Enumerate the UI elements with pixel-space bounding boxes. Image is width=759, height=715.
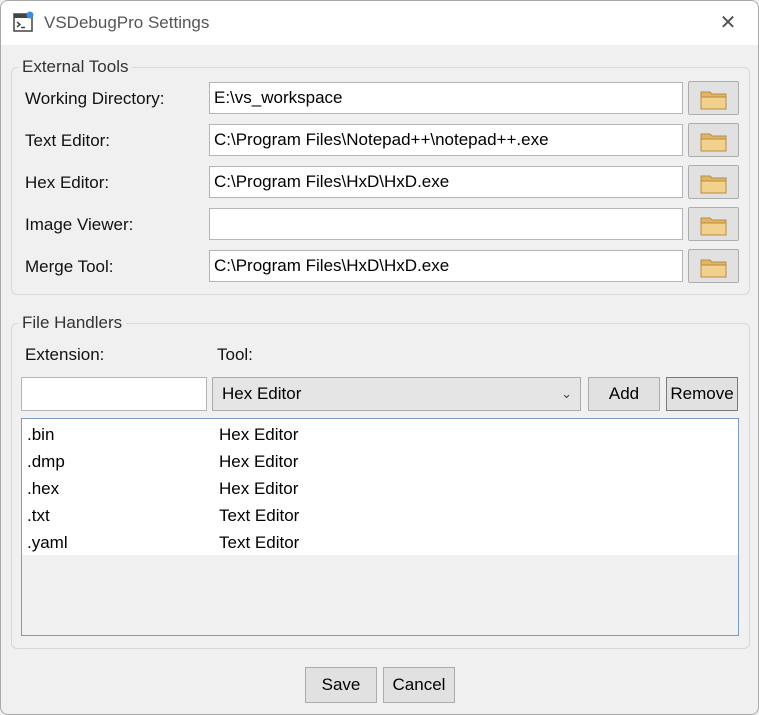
folder-icon [700, 133, 727, 152]
file-handlers-list[interactable]: .bin Hex Editor .dmp Hex Editor .hex Hex… [21, 418, 739, 636]
working-directory-label: Working Directory: [25, 89, 165, 108]
cancel-button[interactable]: Cancel [383, 667, 455, 703]
text-editor-input[interactable]: C:\Program Files\Notepad++\notepad++.exe [209, 124, 683, 156]
hex-editor-label: Hex Editor: [25, 173, 110, 192]
tool-select-value: Hex Editor [222, 384, 302, 403]
image-viewer-browse-button[interactable] [688, 207, 739, 241]
hex-editor-browse-button[interactable] [688, 165, 739, 199]
window-title: VSDebugPro Settings [44, 13, 210, 32]
list-item-tool: Hex Editor [219, 479, 299, 498]
tool-label: Tool: [217, 345, 253, 364]
chevron-down-icon: ⌄ [561, 386, 572, 401]
hex-editor-input[interactable]: C:\Program Files\HxD\HxD.exe [209, 166, 683, 198]
title-bar: VSDebugPro Settings ✕ [1, 1, 758, 45]
list-item[interactable]: .hex Hex Editor [22, 475, 738, 502]
external-tools-legend: External Tools [18, 57, 133, 77]
settings-window: VSDebugPro Settings ✕ External Tools Wor… [0, 0, 759, 715]
list-item[interactable]: .dmp Hex Editor [22, 448, 738, 475]
image-viewer-label: Image Viewer: [25, 215, 134, 234]
save-button[interactable]: Save [305, 667, 377, 703]
list-item[interactable]: .bin Hex Editor [22, 421, 738, 448]
list-item-extension: .txt [27, 506, 50, 525]
add-button[interactable]: Add [588, 377, 660, 411]
working-directory-input[interactable]: E:\vs_workspace [209, 82, 683, 114]
file-handlers-legend: File Handlers [18, 313, 127, 333]
list-item-tool: Text Editor [219, 533, 300, 552]
folder-icon [700, 259, 727, 278]
remove-button[interactable]: Remove [666, 377, 738, 411]
app-icon [13, 11, 34, 32]
text-editor-browse-button[interactable] [688, 123, 739, 157]
list-item-extension: .dmp [27, 452, 65, 471]
list-item-tool: Hex Editor [219, 425, 299, 444]
merge-tool-label: Merge Tool: [25, 257, 114, 276]
image-viewer-input[interactable] [209, 208, 683, 240]
list-item[interactable]: .yaml Text Editor [22, 529, 738, 556]
extension-label: Extension: [25, 345, 105, 364]
list-item-tool: Text Editor [219, 506, 300, 525]
list-body: .bin Hex Editor .dmp Hex Editor .hex Hex… [22, 419, 738, 555]
extension-input[interactable] [21, 377, 207, 411]
list-item[interactable]: .txt Text Editor [22, 502, 738, 529]
close-button[interactable]: ✕ [714, 9, 742, 37]
folder-icon [700, 91, 727, 110]
merge-tool-input[interactable]: C:\Program Files\HxD\HxD.exe [209, 250, 683, 282]
tool-select[interactable]: Hex Editor ⌄ [212, 377, 581, 411]
folder-icon [700, 217, 727, 236]
list-item-tool: Hex Editor [219, 452, 299, 471]
list-item-extension: .bin [27, 425, 55, 444]
merge-tool-browse-button[interactable] [688, 249, 739, 283]
text-editor-label: Text Editor: [25, 131, 111, 150]
close-icon: ✕ [719, 12, 737, 34]
folder-icon [700, 175, 727, 194]
list-item-extension: .hex [27, 479, 60, 498]
working-directory-browse-button[interactable] [688, 81, 739, 115]
list-item-extension: .yaml [27, 533, 68, 552]
